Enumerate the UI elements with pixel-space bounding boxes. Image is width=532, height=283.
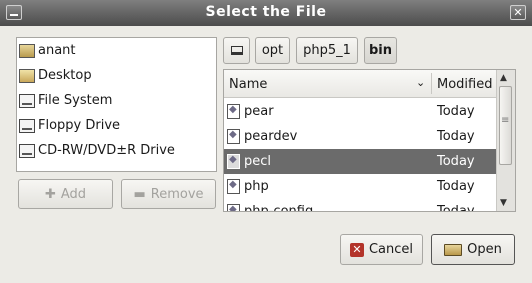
place-item-cd-drive[interactable]: CD-RW/DVD±R Drive: [17, 138, 216, 163]
executable-icon: [227, 179, 240, 194]
scroll-down-arrow-icon[interactable]: ▼: [500, 198, 507, 208]
place-label: Floppy Drive: [38, 118, 121, 133]
file-modified: Today: [437, 129, 475, 144]
executable-icon: [227, 154, 240, 169]
title-bar: Select the File ✕: [0, 0, 532, 26]
file-name: pear: [244, 104, 274, 119]
executable-icon: [227, 204, 240, 211]
file-list-scrollbar[interactable]: ▲ ▼: [496, 70, 515, 211]
path-root-button[interactable]: [223, 37, 250, 64]
executable-icon: [227, 129, 240, 144]
scroll-up-arrow-icon[interactable]: ▲: [500, 73, 507, 83]
remove-bookmark-button[interactable]: ▬ Remove: [121, 179, 216, 209]
column-divider[interactable]: [431, 73, 432, 94]
file-name: pecl: [244, 154, 272, 169]
add-label: Add: [60, 186, 87, 202]
drive-icon: [19, 118, 35, 133]
place-item-file-system[interactable]: File System: [17, 88, 216, 113]
window-title: Select the File: [205, 4, 327, 20]
drive-icon: [19, 143, 35, 158]
file-row[interactable]: php Today: [224, 174, 497, 199]
places-list: anant Desktop File System Floppy Drive C…: [16, 37, 217, 172]
cancel-button[interactable]: ✕ Cancel: [340, 234, 423, 265]
close-button[interactable]: ✕: [510, 5, 526, 20]
plus-icon: ✚: [44, 186, 56, 202]
file-modified: Today: [437, 204, 475, 212]
minus-icon: ▬: [133, 186, 146, 202]
file-name: php-config: [244, 204, 314, 212]
sort-arrow-icon: ⌄: [416, 76, 426, 89]
file-modified: Today: [437, 179, 475, 194]
column-modified-header[interactable]: Modified: [437, 77, 492, 92]
file-modified: Today: [437, 154, 475, 169]
path-segment-php5_1[interactable]: php5_1: [296, 37, 358, 64]
place-item-floppy-drive[interactable]: Floppy Drive: [17, 113, 216, 138]
place-label: File System: [38, 93, 113, 108]
file-row-selected[interactable]: pecl Today: [224, 149, 497, 174]
add-bookmark-button[interactable]: ✚ Add: [18, 179, 113, 209]
cancel-label: Cancel: [368, 242, 414, 257]
open-button[interactable]: Open: [431, 234, 515, 265]
file-list-header: Name ⌄ Modified: [224, 70, 497, 98]
file-name: peardev: [244, 129, 298, 144]
path-segment-opt[interactable]: opt: [255, 37, 290, 64]
place-label: CD-RW/DVD±R Drive: [38, 143, 175, 158]
drive-icon: [19, 93, 35, 108]
place-item-desktop[interactable]: Desktop: [17, 63, 216, 88]
scrollbar-thumb[interactable]: [499, 86, 512, 165]
file-row[interactable]: peardev Today: [224, 124, 497, 149]
open-label: Open: [467, 242, 502, 257]
file-modified: Today: [437, 104, 475, 119]
drive-icon: [230, 46, 243, 55]
path-segment-bin[interactable]: bin: [364, 37, 397, 64]
executable-icon: [227, 104, 240, 119]
place-label: Desktop: [38, 68, 92, 83]
column-name-header[interactable]: Name: [229, 77, 267, 92]
file-row[interactable]: php-config Today: [224, 199, 497, 212]
file-list: Name ⌄ Modified pear Today peardev Today…: [223, 69, 516, 212]
place-item-home[interactable]: anant: [17, 38, 216, 63]
open-folder-icon: [444, 243, 463, 256]
file-name: php: [244, 179, 269, 194]
remove-label: Remove: [150, 186, 204, 202]
cancel-icon: ✕: [349, 242, 364, 257]
desktop-icon: [19, 68, 35, 83]
home-folder-icon: [19, 43, 35, 58]
file-row[interactable]: pear Today: [224, 99, 497, 124]
place-label: anant: [38, 43, 76, 58]
